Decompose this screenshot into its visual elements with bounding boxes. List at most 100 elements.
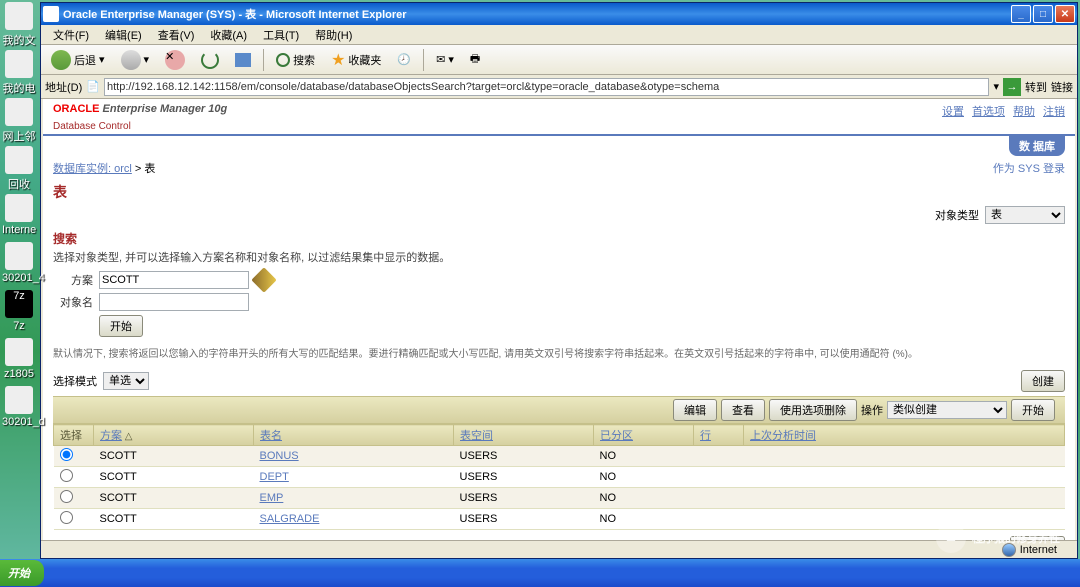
desktop-icon[interactable]: 30201_d [2,386,36,428]
search-icon [276,53,290,67]
back-icon [51,50,71,70]
favorites-button[interactable]: ★收藏夹 [325,48,387,72]
db-control-label: Database Control [43,121,1075,136]
schema-input[interactable] [99,271,249,289]
ie-icon [43,6,59,22]
menubar: 文件(F) 编辑(E) 查看(V) 收藏(A) 工具(T) 帮助(H) [41,25,1077,45]
search-hint: 选择对象类型, 并可以选择输入方案名称和对象名称, 以过滤结果集中显示的数据。 [43,249,1075,271]
page-content: ORACLE Enterprise Manager 10g 设置 首选项 帮助 … [41,99,1077,540]
stop-icon: ✕ [165,50,185,70]
prefs-link[interactable]: 首选项 [972,103,1005,119]
statusbar: Internet [41,540,1077,558]
go-label[interactable]: 转到 [1025,79,1047,95]
desktop-icon[interactable]: 我的电 [2,50,36,92]
status-internet: Internet [1020,544,1057,556]
select-mode-label: 选择模式 [53,373,97,389]
desktop-icon[interactable]: Interne [2,194,36,236]
breadcrumb-db-instance[interactable]: 数据库实例: orcl [53,163,132,175]
stop-button[interactable]: ✕ [159,48,191,72]
search-start-button[interactable]: 开始 [99,315,143,337]
search-note: 默认情况下, 搜索将返回以您输入的字符串开头的所有大写的匹配结果。要进行精确匹配… [43,341,1075,366]
col-schema[interactable]: 方案 [100,430,122,442]
logged-as: 作为 SYS 登录 [993,160,1065,176]
print-icon: 🖶 [470,50,480,69]
desktop-icons: 我的文 我的电 网上邻 回收 Interne 30201_4 7z7z z180… [2,2,38,434]
menu-file[interactable]: 文件(F) [45,25,97,45]
top-links: 设置 首选项 帮助 注销 [942,103,1065,119]
window-title: Oracle Enterprise Manager (SYS) - 表 - Mi… [63,6,1011,22]
start-button[interactable]: 开始 [0,560,44,586]
taskbar: 开始 [0,559,1080,587]
setup-link[interactable]: 设置 [942,103,964,119]
desktop-icon[interactable]: 30201_4 [2,242,36,284]
addressbar: 地址(D) 📄 ▾ → 转到 链接 [41,75,1077,99]
table-row: SCOTT EMP USERS NO [54,488,1065,509]
forward-button[interactable]: ▾ [115,48,156,72]
menu-view[interactable]: 查看(V) [150,25,203,45]
col-table-name[interactable]: 表名 [260,430,282,442]
print-button[interactable]: 🖶 [464,48,486,71]
row-select-radio[interactable] [60,469,73,482]
mail-button[interactable]: ✉▾ [430,51,460,68]
go-button[interactable]: → [1003,78,1021,96]
close-button[interactable]: ✕ [1055,5,1075,23]
forward-icon [121,50,141,70]
create-button[interactable]: 创建 [1021,370,1065,392]
operations-select[interactable]: 类似创建 [887,401,1007,419]
desktop-icon[interactable]: 回收 [2,146,36,188]
operations-start-button[interactable]: 开始 [1011,399,1055,421]
row-select-radio[interactable] [60,448,73,461]
row-select-radio[interactable] [60,511,73,524]
refresh-button[interactable] [195,49,225,71]
address-label: 地址(D) [45,79,82,95]
desktop-icon[interactable]: 7z7z [2,290,36,332]
table-link[interactable]: EMP [260,492,284,504]
col-select: 选择 [60,430,82,442]
object-type-select[interactable]: 表 [985,206,1065,224]
address-input[interactable] [104,78,989,96]
star-icon: ★ [331,50,345,70]
desktop-icon[interactable]: z1805 [2,338,36,380]
table-link[interactable]: BONUS [260,450,299,462]
browser-window: Oracle Enterprise Manager (SYS) - 表 - Mi… [40,2,1078,559]
object-name-input[interactable] [99,293,249,311]
menu-edit[interactable]: 编辑(E) [97,25,150,45]
row-select-radio[interactable] [60,490,73,503]
menu-help[interactable]: 帮助(H) [307,25,360,45]
col-tablespace[interactable]: 表空间 [460,430,493,442]
col-last-analyzed[interactable]: 上次分析时间 [750,430,816,442]
table-row: SCOTT BONUS USERS NO [54,446,1065,467]
col-partitioned[interactable]: 已分区 [600,430,633,442]
minimize-button[interactable]: _ [1011,5,1031,23]
maximize-button[interactable]: □ [1033,5,1053,23]
home-button[interactable] [229,51,257,69]
table-link[interactable]: SALGRADE [260,513,320,525]
result-toolbar: 编辑 查看 使用选项删除 操作 类似创建 开始 [53,396,1065,424]
page-title: 表 [43,180,1075,204]
oem-brand: ORACLE Enterprise Manager 10g [53,103,227,119]
desktop-icon[interactable]: 网上邻 [2,98,36,140]
back-button[interactable]: 后退 ▾ [45,48,111,72]
search-button[interactable]: 搜索 [270,50,321,70]
view-button[interactable]: 查看 [721,399,765,421]
links-label[interactable]: 链接 [1051,79,1073,95]
search-form: 方案 对象名 开始 [43,271,1075,337]
history-button[interactable]: 🕗 [391,51,417,68]
logout-link[interactable]: 注销 [1043,103,1065,119]
breadcrumb-current: 表 [144,163,155,175]
col-rows[interactable]: 行 [700,430,711,442]
desktop-icon[interactable]: 我的文 [2,2,36,44]
address-dropdown[interactable]: ▾ [993,80,999,93]
select-mode-select[interactable]: 单选 [103,372,149,390]
help-link[interactable]: 帮助 [1013,103,1035,119]
menu-favorites[interactable]: 收藏(A) [202,25,255,45]
delete-options-button[interactable]: 使用选项删除 [769,399,857,421]
flashlight-icon[interactable] [251,267,276,292]
table-link[interactable]: DEPT [260,471,289,483]
object-type-label: 对象类型 [935,207,979,223]
menu-tools[interactable]: 工具(T) [255,25,307,45]
results-table: 选择 方案 △ 表名 表空间 已分区 行 上次分析时间 SCOTT BONUS … [53,424,1065,530]
tab-database[interactable]: 数 据库 [1009,136,1065,156]
go-arrow-icon: → [1007,81,1018,93]
edit-button[interactable]: 编辑 [673,399,717,421]
